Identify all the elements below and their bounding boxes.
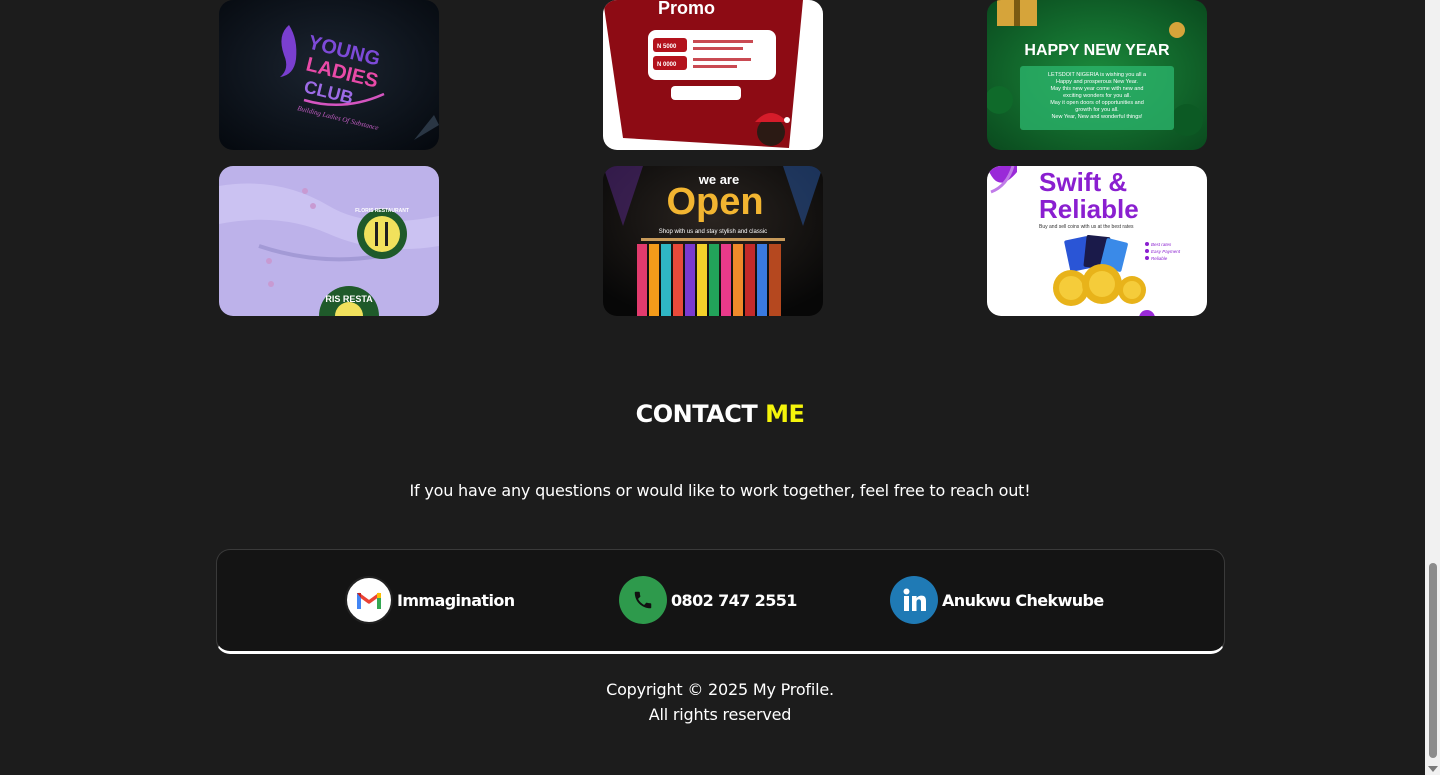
scroll-down-arrow-icon[interactable] [1428, 766, 1438, 772]
tile-text: Best rates [1151, 242, 1172, 247]
scrollbar-thumb[interactable] [1429, 563, 1437, 758]
contact-linkedin-label: Anukwu Chekwube [942, 590, 1104, 610]
portfolio-item-promo[interactable]: Promo N 5000 N 0000 [603, 0, 823, 150]
portfolio-item-swift-reliable[interactable]: Swift & Reliable Buy and sell coins with… [987, 166, 1207, 316]
tile-text: N 0000 [657, 62, 677, 68]
tile-text: LETSDOIT NIGERIA is wishing you all a [1048, 72, 1147, 78]
tile-text: N 5000 [657, 44, 677, 50]
tile-text: Shop with us and stay stylish and classi… [659, 229, 767, 235]
page-scrollbar[interactable] [1425, 0, 1440, 775]
contact-email-link[interactable]: Immagination [345, 576, 515, 624]
portfolio-item-restaurant-shirts[interactable]: FLORIS RESTAURANT RIS RESTA [219, 166, 439, 316]
portfolio-grid: YOUNG LADIES CLUB Building Ladies Of Sub… [0, 0, 1425, 320]
gmail-icon [345, 576, 393, 624]
portfolio-item-happy-new-year[interactable]: HAPPY NEW YEAR LETSDOIT NIGERIA is wishi… [987, 0, 1207, 150]
tile-text: Promo [658, 0, 715, 18]
footer-copyright: Copyright © 2025 My Profile. [606, 680, 834, 699]
tile-text: May this new year come with new and [1051, 86, 1144, 92]
contact-title-accent: ME [765, 400, 805, 428]
tile-text: exciting wonders for you all. [1063, 93, 1131, 99]
phone-icon [619, 576, 667, 624]
footer-rights: All rights reserved [648, 705, 792, 724]
tile-text: Happy and prosperous New Year. [1056, 79, 1138, 85]
portfolio-item-young-ladies-club[interactable]: YOUNG LADIES CLUB Building Ladies Of Sub… [219, 0, 439, 150]
tile-text: HAPPY NEW YEAR [1024, 42, 1170, 59]
contact-card: Immagination 0802 747 2551 Anukwu Chekwu… [216, 549, 1225, 654]
linkedin-icon [890, 576, 938, 624]
portfolio-item-we-are-open[interactable]: we are Open Shop with us and stay stylis… [603, 166, 823, 316]
tile-text: Reliable [1039, 194, 1139, 224]
promo-image: Promo N 5000 N 0000 [603, 0, 823, 150]
tile-text: May it open doors of opportunities and [1050, 100, 1144, 106]
contact-title: CONTACT ME [0, 400, 1440, 428]
restaurant-shirts-image: FLORIS RESTAURANT RIS RESTA [219, 166, 439, 316]
tile-text: New Year, New and wonderful things! [1051, 114, 1143, 120]
footer: Copyright © 2025 My Profile. All rights … [0, 677, 1440, 727]
contact-linkedin-link[interactable]: Anukwu Chekwube [890, 576, 1104, 624]
swift-reliable-image: Swift & Reliable Buy and sell coins with… [987, 166, 1207, 316]
contact-description: If you have any questions or would like … [409, 481, 1031, 500]
contact-title-main: CONTACT [635, 400, 758, 428]
tile-text: FLORIS RESTAURANT [355, 208, 409, 214]
happy-new-year-image: HAPPY NEW YEAR LETSDOIT NIGERIA is wishi… [987, 0, 1207, 150]
we-are-open-image: we are Open Shop with us and stay stylis… [603, 166, 823, 316]
tile-text: Reliable [1151, 256, 1168, 261]
tile-text: Easy Payment [1151, 249, 1181, 254]
contact-phone-link[interactable]: 0802 747 2551 [619, 576, 797, 624]
tile-text: growth for you all. [1075, 107, 1119, 113]
tile-text: Buy and sell coins with us at the best r… [1039, 224, 1134, 230]
contact-phone-label: 0802 747 2551 [671, 590, 797, 610]
tile-text: Open [666, 181, 763, 223]
tile-text: Swift & [1039, 167, 1127, 197]
contact-email-label: Immagination [397, 590, 515, 610]
young-ladies-club-image: YOUNG LADIES CLUB Building Ladies Of Sub… [219, 0, 439, 150]
